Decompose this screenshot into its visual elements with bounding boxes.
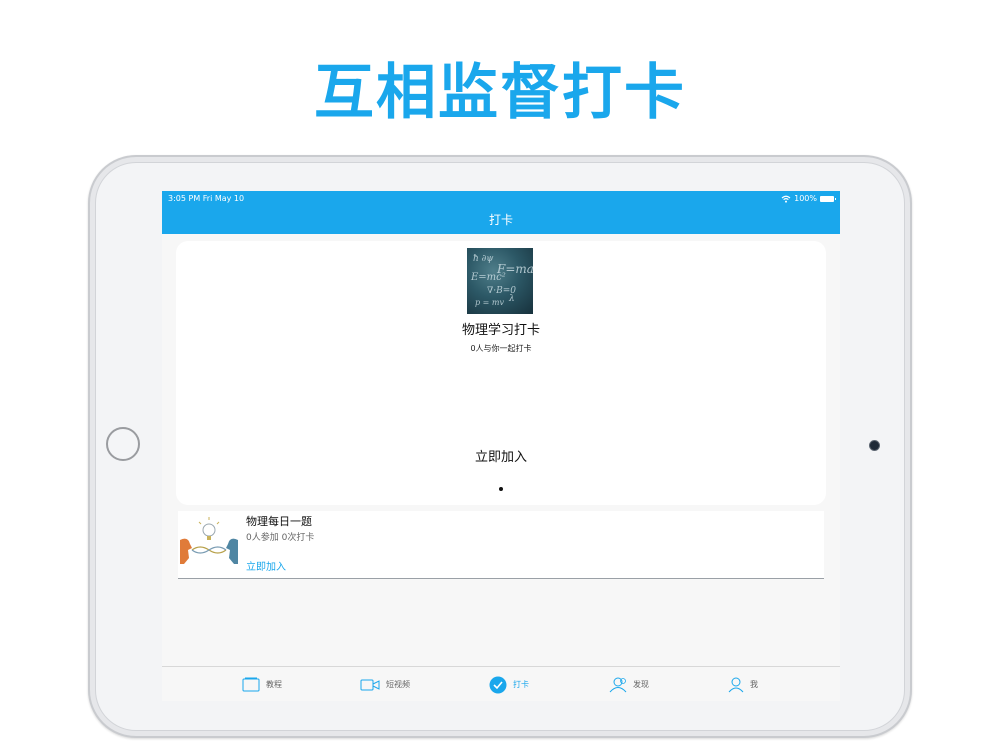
tab-tutorial-label: 教程 — [266, 680, 282, 689]
tab-discover[interactable]: 发现 — [609, 667, 649, 701]
people-icon — [609, 677, 627, 692]
tab-discover-label: 发现 — [633, 680, 649, 689]
battery-percent: 100% — [794, 194, 817, 203]
featured-card: ħ ∂ψ F=ma E=mc² ∇·B=0 p = mv λ 物理学习打卡 0人… — [176, 241, 826, 505]
battery-icon — [820, 196, 836, 202]
wifi-icon — [781, 195, 791, 203]
list-item-thumbnail — [180, 514, 238, 576]
list-item-meta: 0人参加 0次打卡 — [246, 533, 315, 543]
list-item[interactable]: 物理每日一题 0人参加 0次打卡 立即加入 — [178, 511, 824, 579]
tab-bar: 教程 短视频 打卡 发现 我 — [162, 666, 840, 701]
check-circle-icon — [489, 676, 507, 693]
tab-checkin-label: 打卡 — [513, 680, 529, 689]
list-item-join-button[interactable]: 立即加入 — [246, 562, 286, 574]
front-camera — [869, 440, 880, 451]
page-indicator-dot — [499, 487, 503, 491]
home-button[interactable] — [106, 427, 140, 461]
status-bar: 3:05 PM Fri May 10 100% — [162, 191, 840, 207]
nav-bar: 打卡 — [162, 207, 840, 234]
promo-headline: 互相监督打卡 — [314, 58, 686, 128]
featured-join-button[interactable]: 立即加入 — [451, 448, 551, 468]
tab-short-video[interactable]: 短视频 — [360, 667, 410, 701]
featured-subtitle: 0人与你一起打卡 — [470, 344, 532, 353]
tab-me-label: 我 — [750, 680, 758, 689]
book-icon — [242, 677, 260, 692]
featured-title: 物理学习打卡 — [461, 323, 540, 338]
video-camera-icon — [360, 679, 380, 690]
tab-tutorial[interactable]: 教程 — [242, 667, 282, 701]
status-right: 100% — [781, 191, 836, 207]
list-item-title: 物理每日一题 — [246, 515, 312, 528]
featured-cover-image: ħ ∂ψ F=ma E=mc² ∇·B=0 p = mv λ — [467, 248, 533, 314]
tab-checkin[interactable]: 打卡 — [489, 667, 529, 701]
status-time: 3:05 PM Fri May 10 — [168, 194, 245, 203]
nav-title: 打卡 — [488, 213, 513, 227]
person-icon — [728, 677, 744, 692]
app-screen: 3:05 PM Fri May 10 100% 打卡 ħ ∂ψ F=ma E=m… — [162, 191, 840, 701]
tab-short-video-label: 短视频 — [386, 680, 410, 689]
tab-me[interactable]: 我 — [728, 667, 758, 701]
